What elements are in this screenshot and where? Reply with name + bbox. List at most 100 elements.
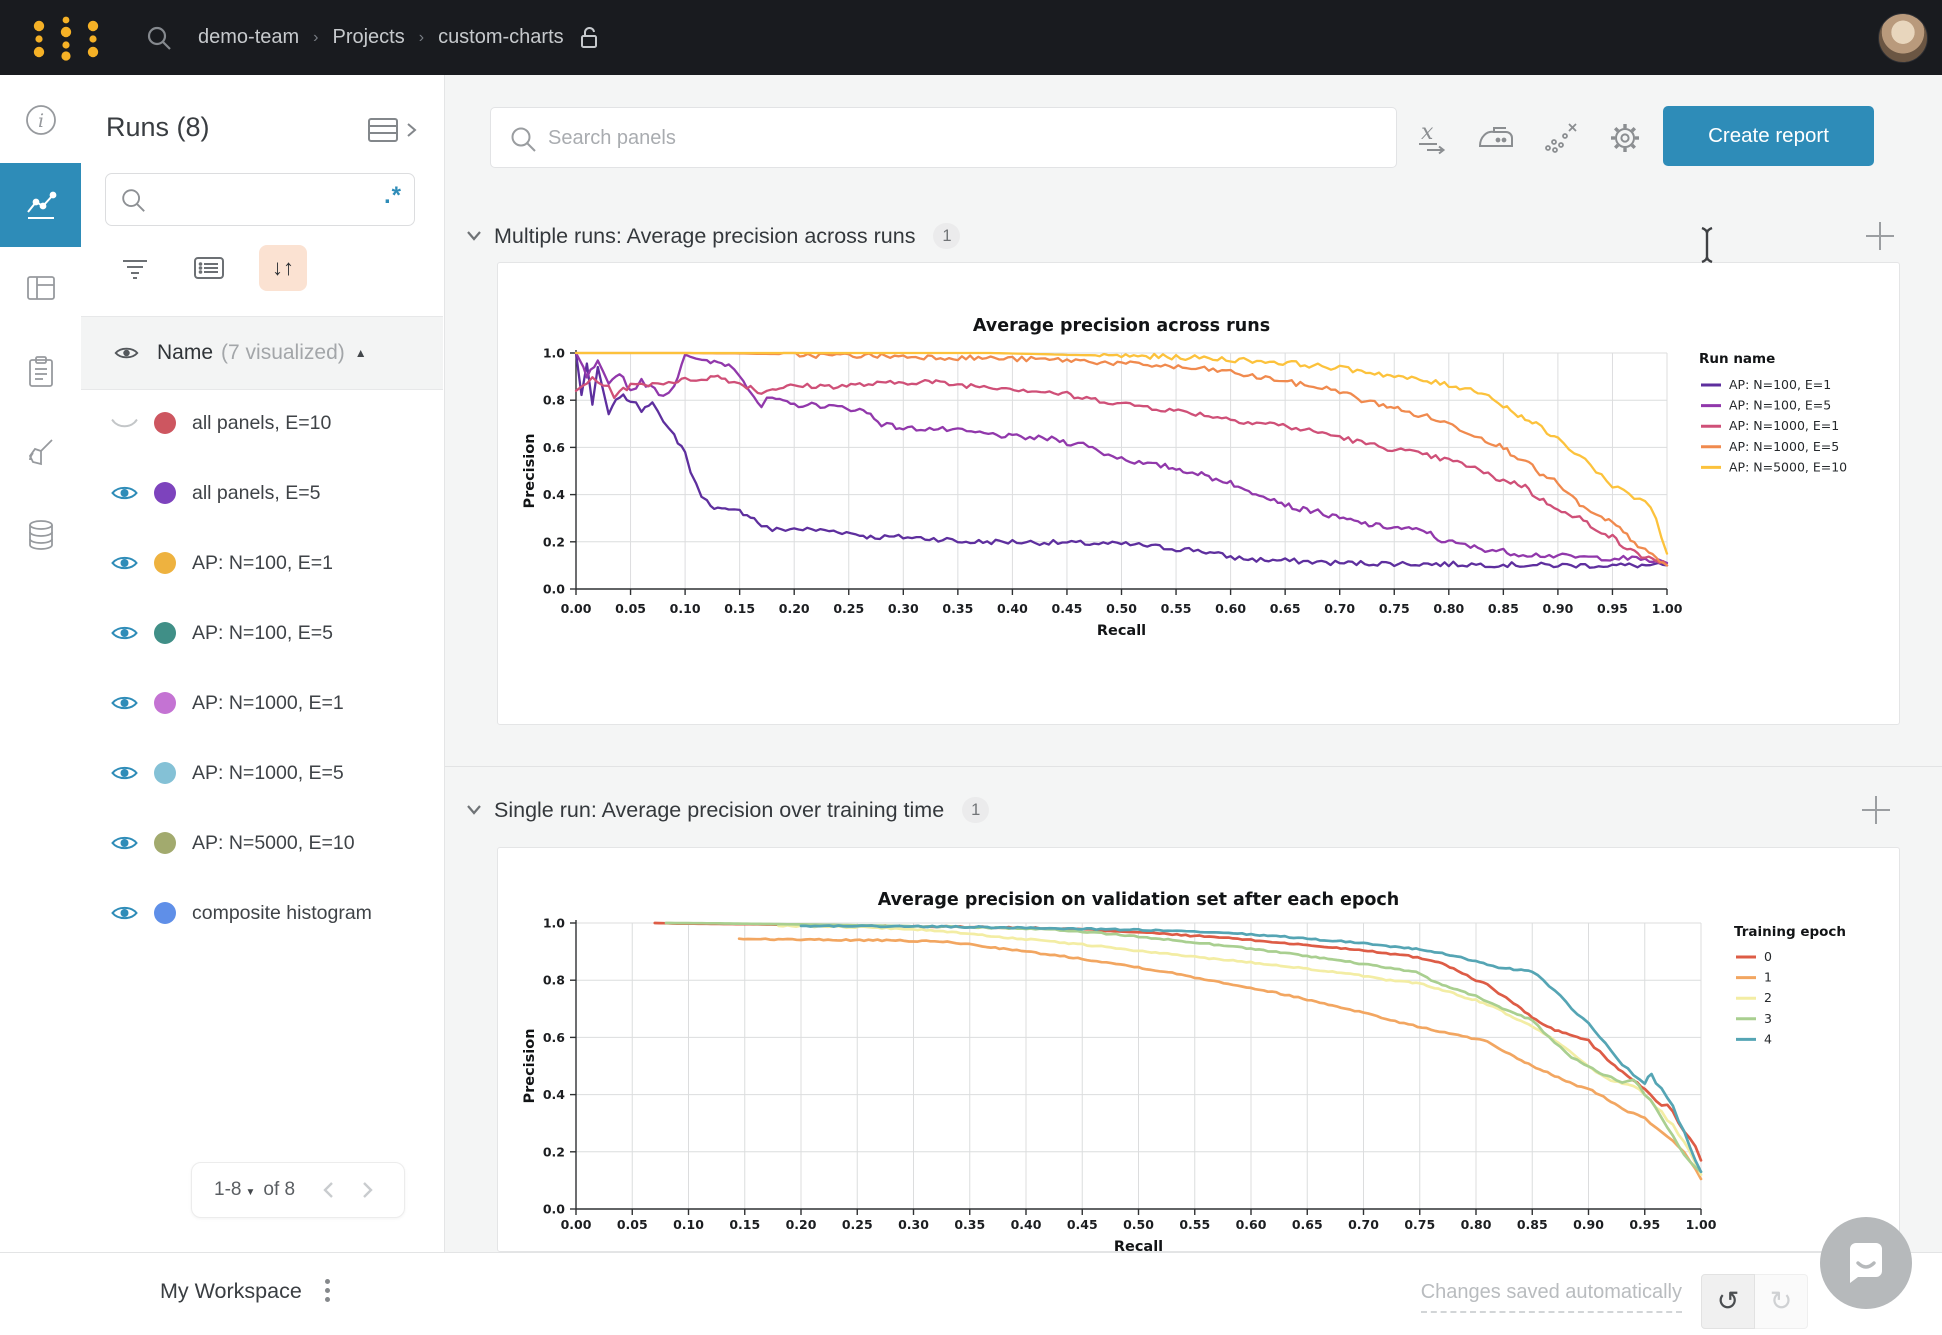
chat-widget-button[interactable] (1820, 1217, 1912, 1309)
svg-text:0.25: 0.25 (833, 601, 864, 616)
svg-text:Training epoch: Training epoch (1734, 924, 1846, 940)
user-avatar[interactable] (1878, 13, 1928, 63)
chart-panel-precision-per-epoch[interactable]: 0.000.050.100.150.200.250.300.350.400.45… (497, 847, 1900, 1252)
outliers-scatter-icon[interactable] (1540, 119, 1580, 155)
svg-text:0.6: 0.6 (543, 1030, 565, 1045)
run-name-label: AP: N=100, E=5 (192, 622, 333, 645)
runs-search-input[interactable] (154, 180, 368, 218)
rail-item-overview[interactable]: i (0, 87, 81, 153)
chevron-down-icon[interactable] (466, 230, 482, 242)
breadcrumb-team[interactable]: demo-team (198, 26, 299, 49)
workspace-label[interactable]: My Workspace (160, 1279, 302, 1304)
svg-text:0.25: 0.25 (842, 1217, 873, 1232)
regex-toggle[interactable]: .* (384, 182, 402, 210)
section-header-multiple-runs[interactable]: Multiple runs: Average precision across … (466, 219, 960, 253)
svg-text:0.4: 0.4 (543, 487, 565, 502)
visualized-count: (7 visualized) (221, 341, 345, 365)
table-layout-icon (24, 271, 58, 305)
svg-text:1.0: 1.0 (543, 916, 565, 931)
prev-page-icon[interactable] (321, 1180, 335, 1200)
runs-search-box: .* (105, 173, 415, 226)
run-row[interactable]: composite histogram (81, 878, 443, 948)
rail-item-notes[interactable] (0, 339, 81, 405)
next-page-icon[interactable] (361, 1180, 375, 1200)
list-icon (193, 255, 225, 281)
eye-open-icon[interactable] (111, 623, 138, 643)
pagination-range[interactable]: 1-8 (214, 1179, 241, 1201)
svg-text:0.95: 0.95 (1629, 1217, 1660, 1232)
sort-button[interactable]: ↓↑ (259, 245, 307, 291)
wandb-logo-icon[interactable] (28, 14, 106, 62)
group-button[interactable] (185, 245, 233, 291)
eye-open-icon[interactable] (111, 903, 138, 923)
svg-text:0.80: 0.80 (1433, 601, 1464, 616)
section-header-single-run[interactable]: Single run: Average precision over train… (466, 793, 989, 827)
filter-icon (119, 256, 151, 280)
undo-button[interactable]: ↺ (1701, 1274, 1755, 1329)
eye-open-icon[interactable] (111, 553, 138, 573)
run-row[interactable]: AP: N=5000, E=10 (81, 808, 443, 878)
redo-button[interactable]: ↻ (1755, 1274, 1808, 1329)
panel-count-badge: 1 (962, 797, 989, 823)
svg-text:0.75: 0.75 (1404, 1217, 1435, 1232)
breadcrumb-projects[interactable]: Projects (332, 26, 404, 49)
svg-text:0.20: 0.20 (786, 1217, 817, 1232)
runs-title: Runs (8) (106, 112, 210, 143)
eye-open-icon[interactable] (111, 763, 138, 783)
search-icon (508, 124, 538, 154)
chevron-down-icon[interactable] (466, 804, 482, 816)
caret-down-icon: ▼ (245, 1187, 255, 1198)
svg-text:0.00: 0.00 (561, 1217, 592, 1232)
eye-open-icon[interactable] (111, 693, 138, 713)
run-row[interactable]: AP: N=1000, E=5 (81, 738, 443, 808)
breadcrumb-project-name[interactable]: custom-charts (438, 26, 564, 49)
runs-sidebar: Runs (8) .* ↓↑ (81, 75, 445, 1334)
autosave-status[interactable]: Changes saved automatically (1421, 1281, 1682, 1313)
add-panel-icon[interactable] (1858, 792, 1894, 828)
svg-text:0.30: 0.30 (888, 601, 919, 616)
settings-gear-icon[interactable] (1605, 119, 1645, 157)
run-color-dot (154, 622, 176, 644)
svg-text:0.60: 0.60 (1236, 1217, 1267, 1232)
runs-table-icon (367, 117, 399, 143)
search-icon[interactable] (144, 23, 174, 53)
svg-text:2: 2 (1764, 990, 1772, 1005)
eye-closed-icon[interactable] (111, 413, 138, 433)
panel-search-input[interactable] (546, 118, 1370, 158)
kebab-menu-icon[interactable] (325, 1275, 330, 1306)
chevron-right-icon: › (313, 29, 318, 47)
svg-text:0.40: 0.40 (997, 601, 1028, 616)
svg-text:0.2: 0.2 (543, 534, 565, 549)
svg-text:0.05: 0.05 (617, 1217, 648, 1232)
eye-open-icon[interactable] (111, 483, 138, 503)
panel-count-badge: 1 (933, 223, 960, 249)
svg-text:1.0: 1.0 (543, 346, 565, 361)
database-icon (25, 518, 57, 552)
runs-table-button[interactable] (367, 117, 417, 143)
run-row[interactable]: all panels, E=5 (81, 458, 443, 528)
rail-item-artifacts[interactable] (0, 502, 81, 568)
clipboard-icon (25, 355, 57, 389)
create-report-button[interactable]: Create report (1663, 106, 1874, 166)
add-panel-icon[interactable] (1862, 218, 1898, 254)
unlock-icon[interactable] (578, 26, 600, 50)
x-axis-settings-icon[interactable]: x (1413, 119, 1453, 155)
rail-item-sweeps[interactable] (0, 420, 81, 486)
broom-icon (24, 436, 58, 470)
eye-icon[interactable] (114, 344, 139, 362)
svg-text:Run name: Run name (1699, 351, 1775, 367)
smoothing-iron-icon[interactable] (1476, 119, 1516, 155)
svg-text:Average precision on validatio: Average precision on validation set afte… (878, 890, 1400, 910)
svg-text:0.60: 0.60 (1215, 601, 1246, 616)
run-row[interactable]: AP: N=1000, E=1 (81, 668, 443, 738)
filter-button[interactable] (111, 245, 159, 291)
runs-name-header[interactable]: Name (7 visualized) ▲ (81, 316, 443, 390)
run-row[interactable]: AP: N=100, E=5 (81, 598, 443, 668)
eye-open-icon[interactable] (111, 833, 138, 853)
rail-item-charts[interactable] (0, 163, 81, 247)
chart-panel-average-precision-across-runs[interactable]: 0.000.050.100.150.200.250.300.350.400.45… (497, 262, 1900, 725)
rail-item-panels[interactable] (0, 255, 81, 321)
svg-text:AP: N=100, E=5: AP: N=100, E=5 (1729, 398, 1831, 413)
run-row[interactable]: AP: N=100, E=1 (81, 528, 443, 598)
run-row[interactable]: all panels, E=10 (81, 388, 443, 458)
